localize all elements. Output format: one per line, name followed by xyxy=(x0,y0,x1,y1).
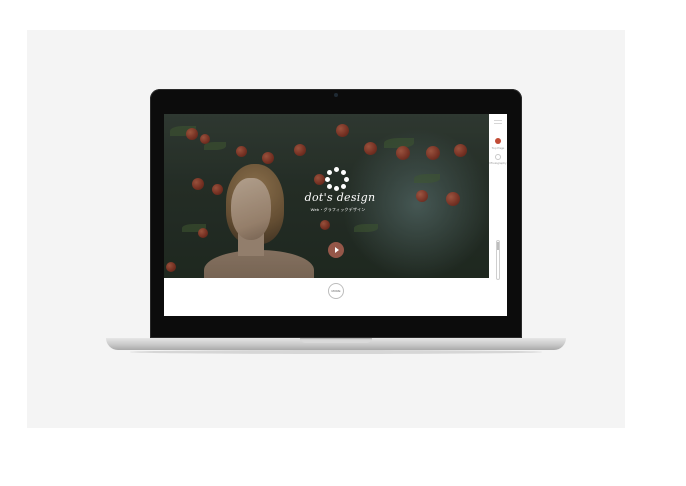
side-navigation: Top Page Photography xyxy=(489,114,507,280)
laptop-screen: dot's design Web・グラフィックデザイン Top Page Pho… xyxy=(164,114,507,316)
side-nav-dot[interactable] xyxy=(495,154,501,160)
side-nav-label-photography[interactable]: Photography xyxy=(489,161,507,165)
dotted-circle-logo-icon xyxy=(325,167,349,191)
hero-image: dot's design Web・グラフィックデザイン xyxy=(164,114,489,278)
scroll-thumb[interactable] xyxy=(497,242,499,250)
site-logo-text[interactable]: dot's design xyxy=(300,191,380,204)
laptop-bezel: dot's design Web・グラフィックデザイン Top Page Pho… xyxy=(150,89,522,338)
play-button[interactable] xyxy=(328,242,344,258)
camera-icon xyxy=(334,93,338,97)
more-button[interactable]: MORE xyxy=(328,283,344,299)
side-nav-label-top[interactable]: Top Page xyxy=(489,146,507,150)
more-button-label: MORE xyxy=(331,289,341,293)
menu-lines xyxy=(494,120,502,121)
side-nav-dot-active[interactable] xyxy=(495,138,501,144)
play-icon xyxy=(334,247,339,253)
laptop-shadow xyxy=(130,350,542,354)
laptop-notch xyxy=(300,338,372,343)
site-tagline: Web・グラフィックデザイン xyxy=(310,207,366,212)
